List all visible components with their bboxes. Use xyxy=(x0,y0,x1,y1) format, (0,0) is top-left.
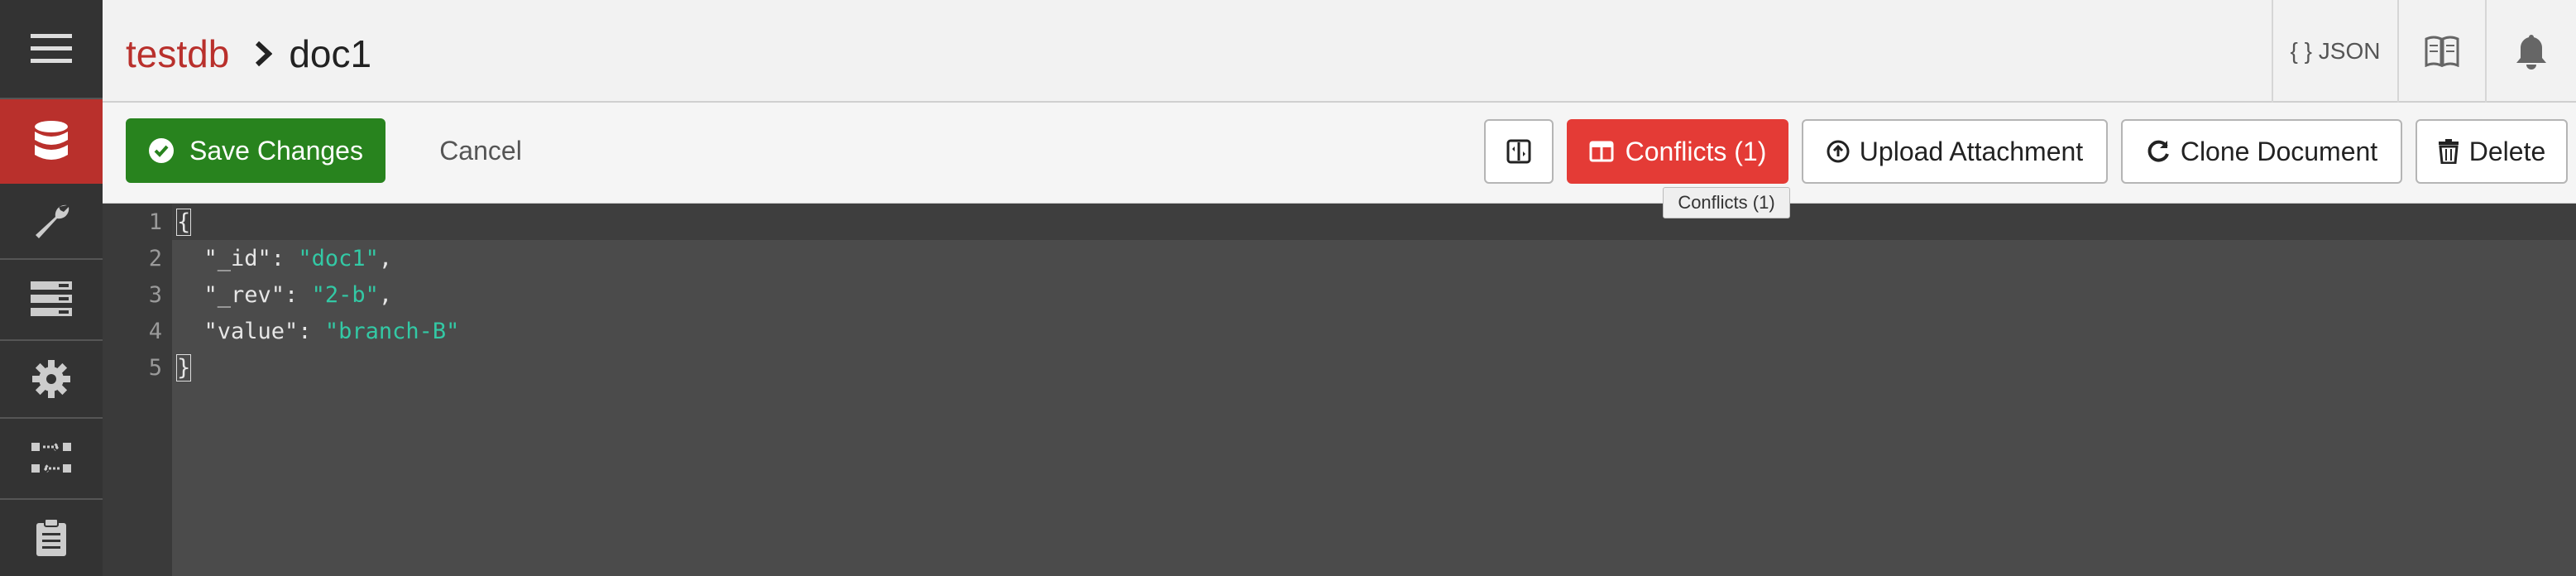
header-actions: { } JSON xyxy=(2272,0,2576,103)
conflicts-tooltip: Conflicts (1) xyxy=(1663,187,1790,218)
code-line: 4 "value": "branch-B" xyxy=(103,313,460,349)
documentation-button[interactable] xyxy=(2397,0,2485,103)
conflicts-label: Conflicts (1) xyxy=(1625,136,1767,166)
bell-icon xyxy=(2516,35,2546,70)
chevron-right-icon xyxy=(254,41,273,67)
database-icon xyxy=(35,121,68,160)
breadcrumb-document-title: doc1 xyxy=(289,32,372,75)
json-string-value: "branch-B" xyxy=(324,318,460,344)
code-text: "value": "branch-B" xyxy=(177,318,460,344)
json-string-value: "2-b" xyxy=(311,281,379,308)
notifications-button[interactable] xyxy=(2485,0,2576,103)
json-key: "_rev": xyxy=(177,281,312,308)
sidebar-item-databases[interactable] xyxy=(0,99,103,184)
code-text: "_rev": "2-b", xyxy=(177,281,393,308)
save-changes-button[interactable]: Save Changes xyxy=(126,118,385,183)
code-text: } xyxy=(175,353,192,382)
clipboard-icon xyxy=(36,518,66,556)
active-line-highlight xyxy=(172,204,2576,240)
line-number: 5 xyxy=(148,354,162,381)
line-number: 2 xyxy=(148,245,162,271)
clone-document-label: Clone Document xyxy=(2180,136,2378,166)
code-line: 5 } xyxy=(103,349,459,386)
code-text: { xyxy=(175,208,192,236)
line-number: 1 xyxy=(148,209,162,235)
code-line: 2 "_id": "doc1", xyxy=(103,240,459,276)
json-comma: , xyxy=(378,281,393,308)
save-changes-label: Save Changes xyxy=(189,135,363,166)
upload-icon xyxy=(1827,140,1850,163)
document-toolbar: Save Changes Cancel Conflicts (1) Upload… xyxy=(103,103,2576,204)
delete-label: Delete xyxy=(2468,136,2546,166)
code-line: 1 { xyxy=(103,204,459,240)
gear-icon xyxy=(32,360,70,398)
sidebar-item-active-tasks[interactable] xyxy=(0,260,103,341)
header: testdb doc1 { } JSON xyxy=(103,0,2576,103)
json-string-value: "doc1" xyxy=(298,245,379,271)
check-circle-icon xyxy=(149,138,175,163)
tables-icon xyxy=(31,281,72,316)
breadcrumb: testdb doc1 xyxy=(126,31,371,76)
json-editor[interactable]: 1 { 2 "_id": "doc1", 3 "_rev": "2-b", 4 … xyxy=(103,204,2576,576)
trash-icon xyxy=(2438,139,2459,164)
json-comma: , xyxy=(378,245,393,271)
wrench-icon xyxy=(36,204,69,238)
sidebar-item-config[interactable] xyxy=(0,341,103,419)
sidebar-item-setup[interactable] xyxy=(0,184,103,260)
toggle-panel-button[interactable] xyxy=(1484,119,1554,184)
delete-button[interactable]: Delete xyxy=(2416,119,2568,184)
code-text: "_id": "doc1", xyxy=(177,245,393,271)
breadcrumb-database-link[interactable]: testdb xyxy=(126,31,229,76)
code-lines: 1 { 2 "_id": "doc1", 3 "_rev": "2-b", 4 … xyxy=(103,204,459,386)
json-api-button[interactable]: { } JSON xyxy=(2272,0,2397,103)
clone-document-button[interactable]: Clone Document xyxy=(2121,119,2402,184)
replicate-icon xyxy=(31,442,71,473)
line-number: 3 xyxy=(148,281,162,308)
code-line: 3 "_rev": "2-b", xyxy=(103,276,459,313)
cancel-button[interactable]: Cancel xyxy=(419,118,543,183)
upload-attachment-label: Upload Attachment xyxy=(1859,136,2084,166)
refresh-icon xyxy=(2147,140,2169,162)
sidebar-item-replication[interactable] xyxy=(0,419,103,500)
conflicts-button[interactable]: Conflicts (1) xyxy=(1567,119,1788,184)
json-key: "_id": xyxy=(177,245,299,271)
book-icon xyxy=(2425,36,2459,67)
sidebar xyxy=(0,0,103,576)
split-view-icon xyxy=(1506,139,1531,164)
upload-attachment-button[interactable]: Upload Attachment xyxy=(1802,119,2108,184)
line-number: 4 xyxy=(148,318,162,344)
columns-icon xyxy=(1589,141,1614,162)
sidebar-item-documentation[interactable] xyxy=(0,500,103,576)
menu-toggle-button[interactable] xyxy=(0,0,103,99)
json-key: "value": xyxy=(177,318,325,344)
menu-icon xyxy=(31,34,72,63)
